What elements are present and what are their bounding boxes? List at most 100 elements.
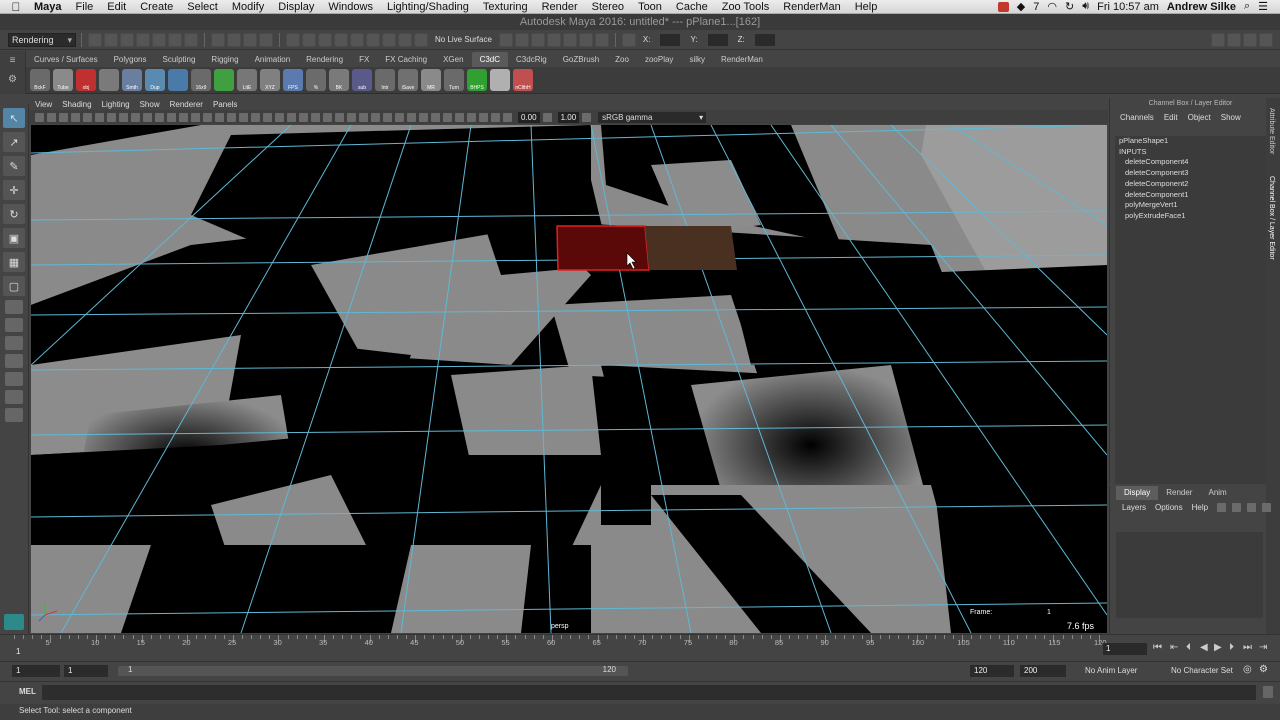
paint-select-icon[interactable]: ✎ bbox=[3, 156, 25, 176]
layout-outliner-icon[interactable] bbox=[5, 336, 23, 350]
viewport-tool-icon[interactable] bbox=[179, 112, 188, 122]
status-snap-icon[interactable] bbox=[366, 32, 380, 47]
viewport-tool-icon[interactable] bbox=[83, 112, 92, 122]
mac-menu-zoo-tools[interactable]: Zoo Tools bbox=[715, 1, 777, 13]
shape-node[interactable]: pPlaneShape1 bbox=[1115, 136, 1272, 147]
shelf-menu-icon[interactable]: ≡ bbox=[0, 55, 25, 66]
status-render-icon[interactable] bbox=[562, 32, 577, 47]
status-snap-icon[interactable] bbox=[302, 32, 316, 47]
viewport-tool-icon[interactable] bbox=[395, 112, 404, 122]
coord-x-field[interactable] bbox=[660, 33, 681, 46]
record-icon[interactable] bbox=[997, 1, 1009, 12]
viewport-tool-icon[interactable] bbox=[191, 112, 200, 122]
layout-hypershade-icon[interactable] bbox=[5, 372, 23, 386]
status-render-icon[interactable] bbox=[498, 32, 513, 47]
shelf-tab-fx-caching[interactable]: FX Caching bbox=[377, 52, 435, 67]
step-back-icon[interactable]: ⏴ bbox=[1186, 642, 1191, 653]
viewport-tool-icon[interactable] bbox=[263, 112, 272, 122]
viewport-tool-icon[interactable] bbox=[203, 112, 212, 122]
end-frame-field[interactable]: 200 bbox=[1020, 665, 1066, 677]
new-layer-selected-icon[interactable] bbox=[1262, 503, 1272, 512]
shelf-button-icon[interactable]: BK bbox=[329, 69, 349, 91]
live-surface-field[interactable]: No Live Surface bbox=[435, 35, 492, 44]
status-tool-icon[interactable] bbox=[88, 32, 102, 47]
anim-layer-dropdown[interactable]: No Anim Layer bbox=[1085, 666, 1137, 675]
status-tool-icon[interactable] bbox=[152, 32, 166, 47]
shelf-tab-polygons[interactable]: Polygons bbox=[106, 52, 155, 67]
status-snap-icon[interactable] bbox=[334, 32, 348, 47]
mac-menu-renderman[interactable]: RenderMan bbox=[776, 1, 847, 13]
viewport-tool-icon[interactable] bbox=[347, 112, 356, 122]
command-language[interactable]: MEL bbox=[19, 687, 36, 696]
viewport-tool-icon[interactable] bbox=[119, 112, 128, 122]
playback-start-field[interactable]: 1 bbox=[64, 665, 108, 677]
shelf-button-icon[interactable]: LitE bbox=[237, 69, 257, 91]
viewport-tool-icon[interactable] bbox=[239, 112, 248, 122]
status-render-icon[interactable] bbox=[546, 32, 561, 47]
status-panel-icon[interactable] bbox=[1227, 32, 1241, 47]
viewport-menu-view[interactable]: View bbox=[35, 100, 52, 109]
shelf-button-icon[interactable]: 16x9 bbox=[191, 69, 211, 91]
step-forward-key-icon[interactable]: ⇥ bbox=[1259, 642, 1267, 653]
app-name[interactable]: Maya bbox=[32, 1, 69, 13]
rotate-tool-icon[interactable]: ↻ bbox=[3, 204, 25, 224]
current-frame-field[interactable]: 1 bbox=[1103, 643, 1147, 655]
help-menu[interactable]: Help bbox=[1192, 503, 1208, 516]
step-forward-icon[interactable]: ⏵ bbox=[1229, 642, 1234, 653]
shelf-button-icon[interactable]: obj bbox=[76, 69, 96, 91]
move-tool-icon[interactable]: ✛ bbox=[3, 180, 25, 200]
mac-menu-file[interactable]: File bbox=[69, 1, 101, 13]
shelf-tab-animation[interactable]: Animation bbox=[247, 52, 299, 67]
layer-down-icon[interactable] bbox=[1232, 503, 1242, 512]
shelf-button-icon[interactable]: MR bbox=[421, 69, 441, 91]
viewport-tool-icon[interactable] bbox=[71, 112, 80, 122]
status-select-icon[interactable] bbox=[227, 32, 241, 47]
input-node[interactable]: deleteComponent3 bbox=[1115, 168, 1272, 179]
layer-up-icon[interactable] bbox=[1217, 503, 1227, 512]
status-render-icon[interactable] bbox=[530, 32, 545, 47]
shelf-button-icon[interactable]: BckF bbox=[30, 69, 50, 91]
preselect-face[interactable] bbox=[645, 226, 737, 270]
status-render-icon[interactable] bbox=[594, 32, 609, 47]
mac-menu-toon[interactable]: Toon bbox=[631, 1, 669, 13]
shelf-button-icon[interactable]: sub bbox=[352, 69, 372, 91]
viewport-tool-icon[interactable] bbox=[155, 112, 164, 122]
viewport-tool-icon[interactable] bbox=[299, 112, 308, 122]
mac-menu-lighting-shading[interactable]: Lighting/Shading bbox=[380, 1, 476, 13]
mac-menu-display[interactable]: Display bbox=[271, 1, 321, 13]
shelf-tab-xgen[interactable]: XGen bbox=[435, 52, 471, 67]
last-tool-icon[interactable]: ▦ bbox=[3, 252, 25, 272]
shelf-tab-c3dc[interactable]: C3dC bbox=[471, 52, 509, 67]
status-panel-icon[interactable] bbox=[1259, 32, 1273, 47]
shelf-button-icon[interactable]: Turn bbox=[444, 69, 464, 91]
shelf-button-icon[interactable]: % bbox=[306, 69, 326, 91]
mac-menu-select[interactable]: Select bbox=[180, 1, 225, 13]
viewport-tool-icon[interactable] bbox=[431, 112, 440, 122]
viewport-tool-icon[interactable] bbox=[59, 112, 68, 122]
status-render-icon[interactable] bbox=[578, 32, 593, 47]
dropbox-icon[interactable]: ◆ bbox=[1017, 0, 1025, 13]
show-menu[interactable]: Show bbox=[1221, 113, 1241, 129]
shelf-button-icon[interactable]: Smth bbox=[122, 69, 142, 91]
selected-face[interactable] bbox=[556, 225, 650, 271]
input-node[interactable]: deleteComponent4 bbox=[1115, 157, 1272, 168]
status-snap-icon[interactable] bbox=[398, 32, 412, 47]
search-icon[interactable]: ⌕ bbox=[1244, 0, 1250, 13]
viewport-tool-icon[interactable] bbox=[215, 112, 224, 122]
shelf-button-icon[interactable]: BHPS bbox=[467, 69, 487, 91]
shelf-tab-zoo[interactable]: Zoo bbox=[607, 52, 637, 67]
layout-graph-icon[interactable] bbox=[5, 354, 23, 368]
viewport-tool-icon[interactable] bbox=[503, 112, 512, 122]
shelf-tab-sculpting[interactable]: Sculpting bbox=[155, 52, 204, 67]
coord-z-field[interactable] bbox=[754, 33, 775, 46]
prefs-icon[interactable]: ⚙ bbox=[1259, 664, 1268, 675]
status-tool-icon[interactable] bbox=[184, 32, 198, 47]
viewport-tool-icon[interactable] bbox=[491, 112, 500, 122]
shelf-button-icon[interactable]: Tube bbox=[53, 69, 73, 91]
viewport-tool-icon[interactable] bbox=[35, 112, 44, 122]
time-slider[interactable]: 1 5 10 15 20 25 30 35 40 45 50 55 60 65 70 75 80 85 90 95 1… bbox=[0, 634, 1280, 660]
status-snap-icon[interactable] bbox=[350, 32, 364, 47]
mac-menu-modify[interactable]: Modify bbox=[225, 1, 271, 13]
shelf-tab-zooplay[interactable]: zooPlay bbox=[637, 52, 681, 67]
viewport-menu-shading[interactable]: Shading bbox=[62, 100, 91, 109]
